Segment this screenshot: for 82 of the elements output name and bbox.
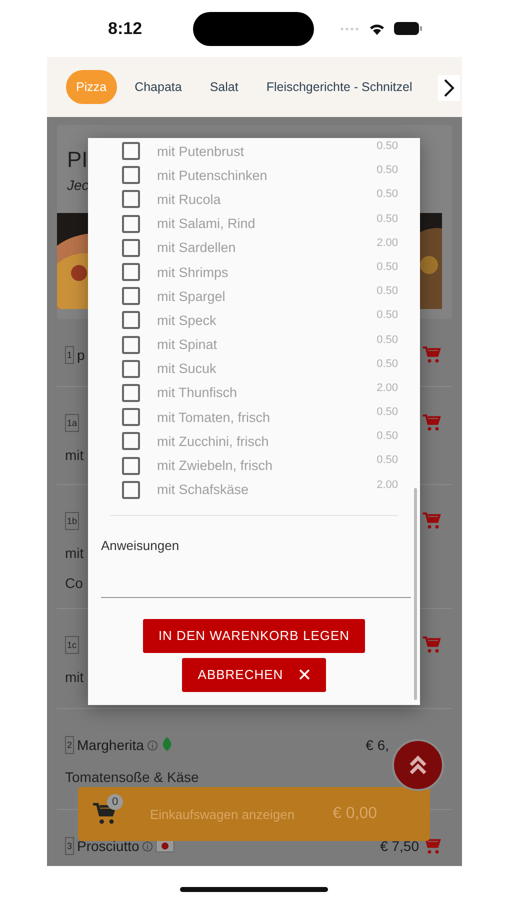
item-name: p: [77, 347, 85, 363]
option-price: 0.50: [376, 285, 398, 298]
checkbox[interactable]: [122, 166, 140, 184]
info-icon[interactable]: [142, 840, 154, 852]
option-label: mit Putenschinken: [157, 168, 268, 183]
battery-icon: [394, 22, 422, 35]
option-price: 0.50: [376, 188, 398, 200]
option-price: 0.50: [376, 454, 398, 466]
option-label: mit Zwiebeln, frisch: [157, 458, 273, 474]
checkbox[interactable]: [122, 311, 140, 330]
option-label: mit Shrimps: [157, 264, 228, 280]
item-description: mit: [65, 669, 84, 685]
category-tab[interactable]: Fleischgerichte - Schnitzel: [256, 70, 422, 104]
category-tab[interactable]: Salat: [200, 70, 248, 104]
item-description: Tomatensoße & Käse: [65, 769, 199, 785]
option-label: mit Spinat: [157, 337, 218, 352]
option-label: mit Schafskäse: [157, 482, 249, 498]
category-subtitle: Jec: [67, 177, 89, 193]
checkbox[interactable]: [122, 287, 140, 306]
item-number: 1b: [65, 512, 80, 530]
cart-bar[interactable]: 0 Einkaufswagen anzeigen € 0,00: [78, 787, 430, 841]
add-to-cart-button[interactable]: IN DEN WARENKORB LEGEN: [143, 618, 365, 653]
item-number: 1: [65, 346, 74, 364]
item-name: Prosciutto: [77, 838, 140, 854]
item-price: € 6,: [366, 737, 389, 753]
option-price: 0.50: [376, 140, 398, 152]
checkbox[interactable]: [122, 336, 140, 354]
chevron-right-icon: [443, 78, 455, 98]
checkbox[interactable]: [122, 360, 140, 378]
option-label: mit Salami, Rind: [157, 216, 256, 232]
cart-total: € 0,00: [332, 805, 378, 823]
option-price: 0.50: [376, 164, 398, 176]
option-label: mit Thunfisch: [157, 385, 238, 400]
option-price: 2.00: [376, 236, 398, 249]
item-name: Margherita: [77, 737, 144, 753]
option-price: 0.50: [376, 309, 398, 322]
item-number: 3: [65, 837, 74, 855]
item-price: € 7,50: [380, 838, 419, 854]
option-label: mit Speck: [157, 312, 216, 328]
option-price: 2.00: [376, 478, 398, 491]
checkbox[interactable]: [122, 456, 140, 475]
option-price: 0.50: [376, 334, 398, 346]
option-label: mit Rucola: [157, 192, 221, 207]
scroll-right-button[interactable]: [438, 75, 460, 101]
option-price: 0.50: [376, 358, 398, 370]
item-description: mit: [65, 447, 84, 463]
option-price: 0.50: [376, 212, 398, 225]
item-number: 1c: [65, 636, 79, 654]
option-price: 2.00: [376, 382, 398, 394]
option-label: mit Sardellen: [157, 240, 236, 256]
option-label: mit Tomaten, frisch: [157, 410, 270, 425]
item-number: 1a: [65, 414, 80, 432]
checkbox[interactable]: [122, 384, 140, 402]
option-label: mit Putenbrust: [157, 144, 244, 159]
signal-icon: [340, 26, 360, 30]
option-label: mit Zucchini, frisch: [157, 434, 269, 449]
option-label: mit Sucuk: [157, 361, 216, 376]
close-icon: [299, 669, 310, 680]
checkbox[interactable]: [122, 190, 140, 208]
field-label: Anweisungen: [101, 538, 180, 553]
option-price: 0.50: [376, 406, 398, 418]
cart-bar-label: Einkaufswagen anzeigen: [150, 806, 295, 822]
checkbox[interactable]: [122, 408, 140, 426]
cart-count-badge: 0: [107, 794, 123, 810]
item-number: 2: [65, 736, 74, 754]
item-description: Co: [65, 575, 83, 591]
option-label: mit Spargel: [157, 288, 226, 304]
category-title: PI: [67, 147, 88, 173]
option-price: 0.50: [376, 430, 398, 442]
checkbox[interactable]: [122, 480, 140, 499]
category-tab[interactable]: Chapata: [124, 70, 192, 104]
status-time: 8:12: [108, 18, 144, 38]
checkbox[interactable]: [122, 142, 140, 160]
wifi-icon: [368, 22, 386, 36]
option-price: 0.50: [376, 260, 398, 273]
cancel-button[interactable]: ABBRECHEN: [182, 658, 326, 692]
checkbox[interactable]: [122, 214, 140, 233]
checkbox[interactable]: [122, 263, 140, 282]
checkbox[interactable]: [122, 432, 140, 450]
chevrons-up-icon: [407, 754, 429, 776]
item-description: mit: [65, 545, 84, 561]
checkbox[interactable]: [122, 238, 140, 257]
